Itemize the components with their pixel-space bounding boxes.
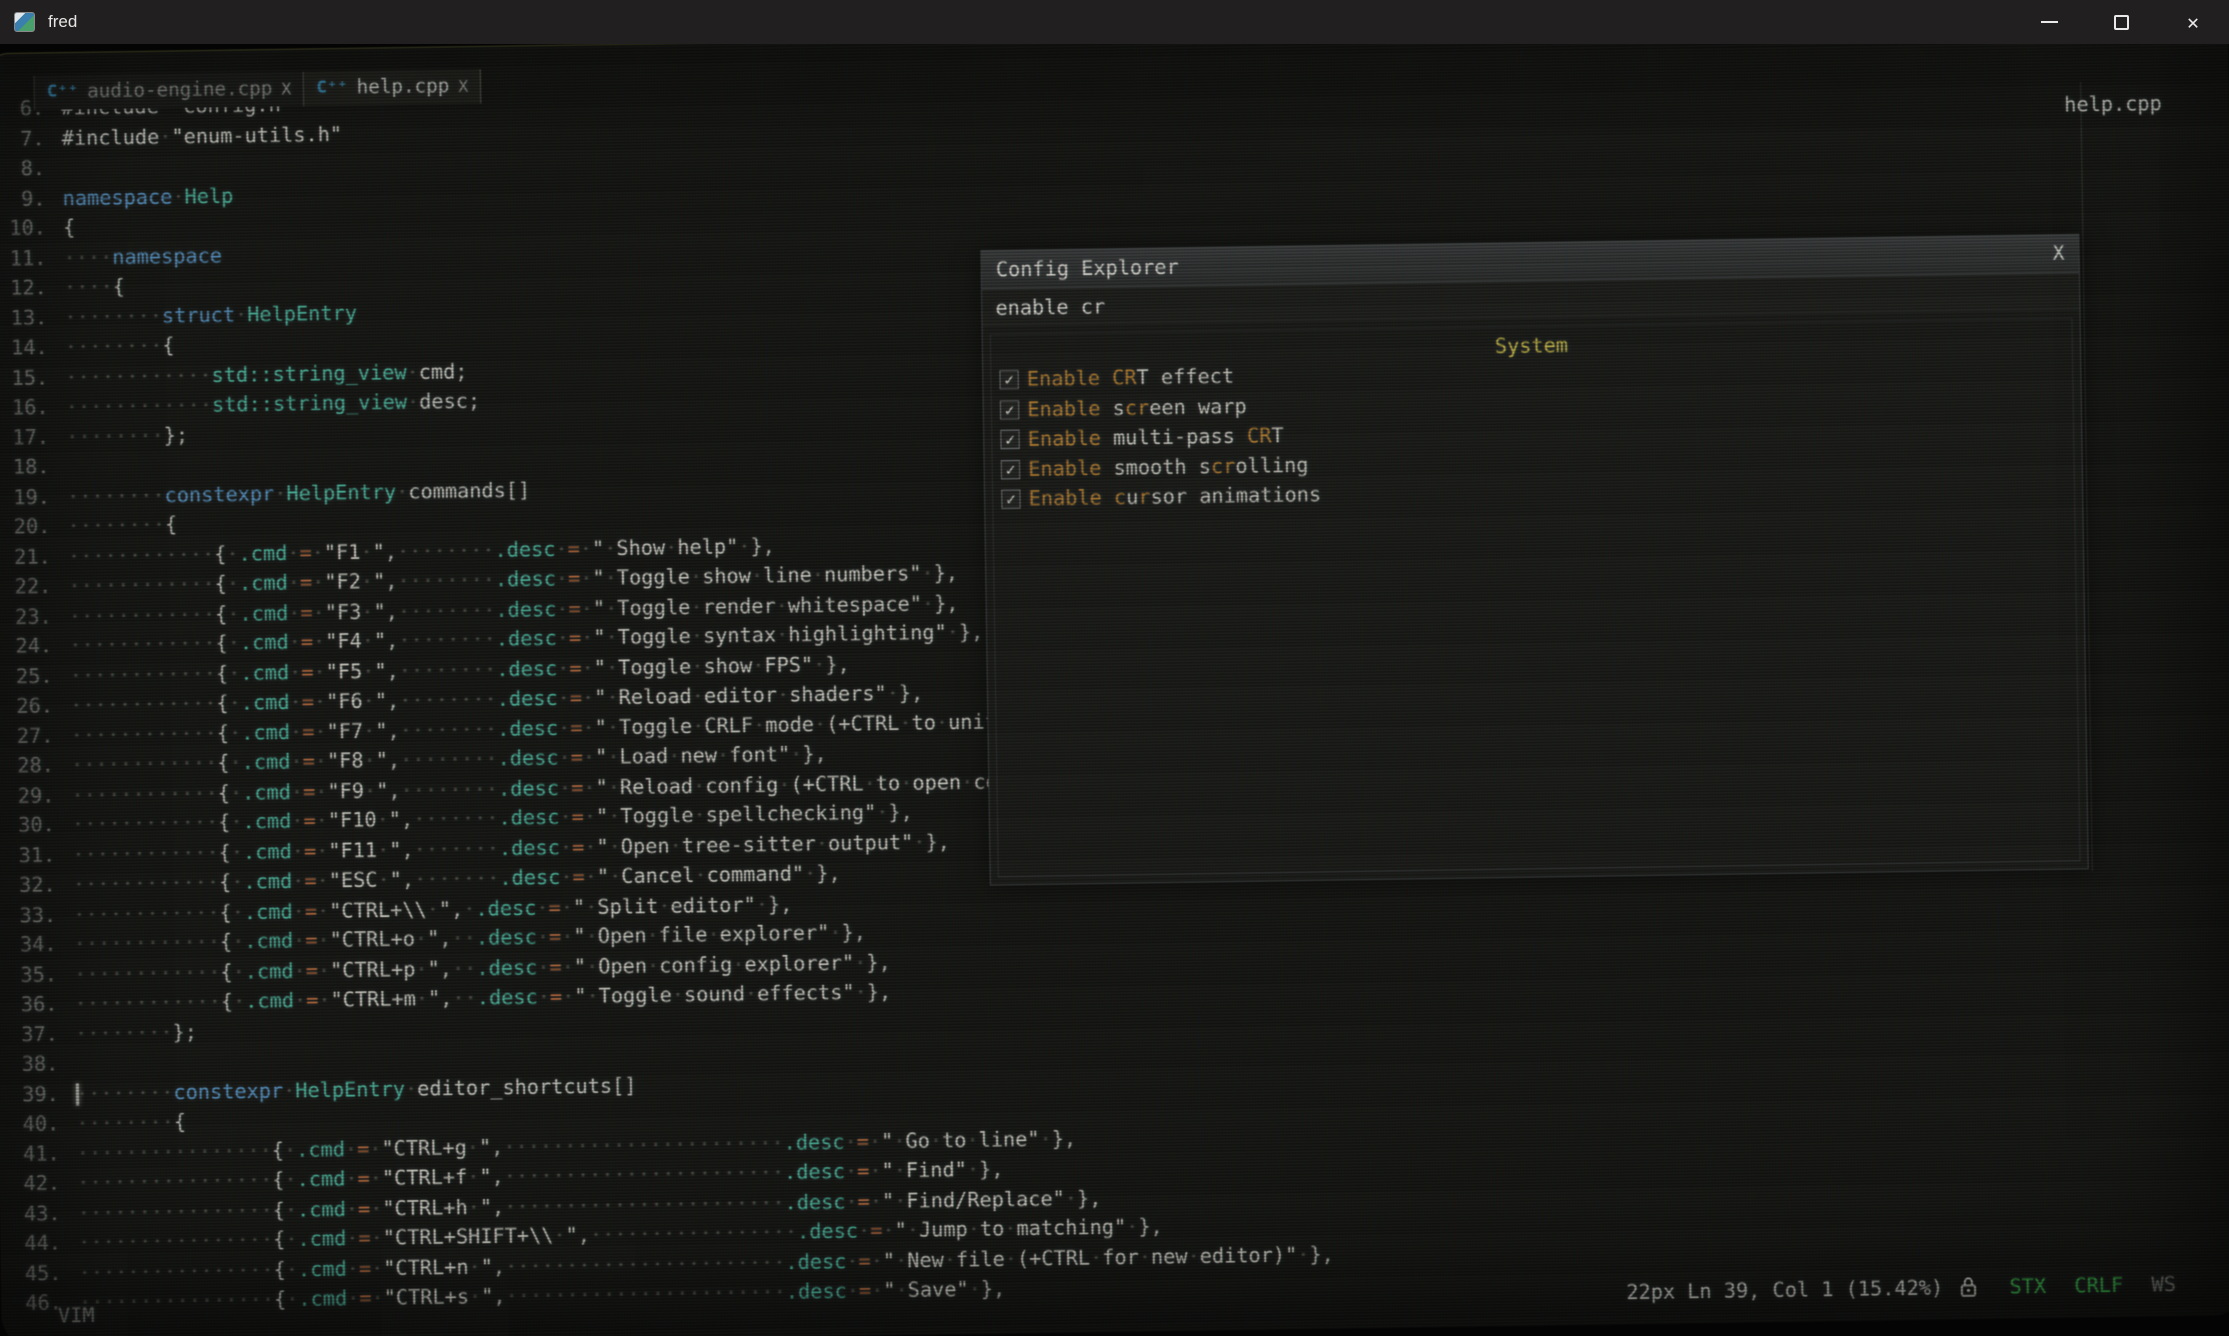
config-option-label: [1100, 364, 1113, 394]
config-option-label: u: [1126, 483, 1139, 513]
line-number: 44.: [14, 1228, 61, 1259]
line-number: 16.: [2, 392, 49, 423]
tab-close-icon[interactable]: X: [458, 72, 468, 102]
line-number: 17.: [2, 422, 49, 453]
config-option-label: CR: [1112, 363, 1137, 393]
config-option-label: [1102, 483, 1115, 513]
line-number: 11.: [0, 243, 47, 274]
config-option-label: olling: [1235, 450, 1309, 481]
minimize-button[interactable]: [2013, 0, 2085, 44]
config-option-label: T: [1271, 421, 1284, 451]
config-option-label: cr: [1211, 451, 1236, 481]
line-number: 35.: [10, 960, 57, 991]
tab-audio-engine[interactable]: C⁺⁺ audio-engine.cpp X: [35, 72, 305, 110]
line-number: 14.: [1, 333, 48, 364]
config-option-label: Enable: [1028, 483, 1102, 514]
tab-bar: C⁺⁺ audio-engine.cpp X C⁺⁺ help.cpp X: [34, 69, 482, 110]
config-option-label: Enable: [1028, 423, 1102, 454]
vim-mode-indicator: VIM: [58, 1301, 95, 1331]
config-option-label: s: [1100, 393, 1125, 423]
config-explorer-popup: Config Explorer X enable cr System ✓Enab…: [980, 234, 2088, 886]
line-number: 30.: [8, 810, 55, 841]
line-number: 19.: [3, 482, 50, 513]
line-number: 40.: [12, 1109, 59, 1140]
checkbox-icon[interactable]: ✓: [1000, 400, 1020, 420]
config-option-label: smooth s: [1101, 452, 1211, 483]
lock-icon: [1959, 1276, 1978, 1307]
minimize-icon: [2041, 21, 2058, 23]
line-number: 36.: [11, 989, 58, 1020]
line-number: 24.: [5, 631, 52, 662]
line-number: 43.: [14, 1198, 61, 1229]
config-list: ✓Enable CRT effect✓Enable screen warp✓En…: [991, 349, 2074, 514]
line-number: 31.: [8, 840, 55, 871]
cpp-file-icon: C⁺⁺: [47, 77, 79, 107]
config-option-label: een warp: [1149, 391, 1247, 422]
line-number: 21.: [4, 542, 51, 573]
line-number: 9.: [0, 183, 46, 214]
tab-help[interactable]: C⁺⁺ help.cpp X: [304, 69, 481, 106]
line-number: 42.: [13, 1169, 60, 1200]
config-option-label: Enable: [1028, 453, 1102, 484]
popup-close-icon[interactable]: X: [2053, 239, 2065, 269]
line-number: 28.: [7, 751, 54, 782]
config-option-label: T effect: [1136, 362, 1234, 393]
crt-screen: C⁺⁺ audio-engine.cpp X C⁺⁺ help.cpp X 6.…: [0, 20, 2229, 1336]
line-number: 13.: [0, 303, 47, 334]
config-option-label: CR: [1247, 421, 1272, 451]
flag-ws: WS: [2151, 1272, 2176, 1297]
flag-stx: STX: [2009, 1274, 2046, 1299]
checkbox-icon[interactable]: ✓: [1001, 490, 1021, 510]
line-number: 33.: [9, 900, 56, 931]
config-option-label: multi-pass: [1101, 421, 1248, 453]
config-option-label: Enable: [1027, 394, 1101, 425]
config-option-label: cr: [1125, 393, 1150, 423]
line-number: 37.: [11, 1019, 58, 1050]
line-number: 8.: [0, 154, 45, 185]
titlebar: fred ✕: [0, 0, 2229, 44]
line-number: 29.: [8, 781, 55, 812]
line-number: 26.: [6, 691, 53, 722]
close-icon: ✕: [2187, 12, 2199, 32]
line-number: 22.: [4, 572, 51, 603]
line-number: 34.: [10, 930, 57, 961]
tab-close-icon[interactable]: X: [281, 74, 291, 104]
status-flags: STX CRLF WS: [1993, 1270, 2176, 1303]
line-number: 32.: [9, 870, 56, 901]
line-number: 41.: [13, 1139, 60, 1170]
line-number: 23.: [5, 601, 52, 632]
config-option-label: r: [1138, 482, 1151, 512]
maximize-button[interactable]: [2085, 0, 2157, 44]
checkbox-icon[interactable]: ✓: [1000, 430, 1020, 450]
app-icon: [14, 12, 35, 32]
config-option-label: Enable: [1027, 364, 1101, 395]
line-number: 7.: [0, 124, 45, 155]
checkbox-icon[interactable]: ✓: [1001, 460, 1021, 480]
pane-title: help.cpp: [2064, 89, 2162, 120]
line-number: 25.: [6, 661, 53, 692]
cursor-position-status: 22px Ln 39, Col 1 (15.42%): [1626, 1273, 1943, 1308]
tab-label: help.cpp: [356, 72, 449, 103]
line-number: 45.: [15, 1258, 62, 1289]
line-number: 39.: [12, 1079, 59, 1110]
line-number: 38.: [12, 1049, 59, 1080]
config-option-label: sor animations: [1150, 480, 1321, 512]
popup-body: System ✓Enable CRT effect✓Enable screen …: [990, 318, 2081, 877]
line-number: 18.: [3, 452, 50, 483]
line-number: 10.: [0, 213, 46, 244]
line-number: 15.: [1, 363, 48, 394]
line-number: 27.: [7, 721, 54, 752]
config-option-label: c: [1114, 483, 1127, 513]
cpp-file-icon: C⁺⁺: [316, 73, 348, 103]
line-number: 20.: [4, 512, 51, 543]
checkbox-icon[interactable]: ✓: [999, 370, 1019, 390]
line-number: 12.: [0, 273, 47, 304]
window-controls: ✕: [2013, 0, 2229, 44]
close-button[interactable]: ✕: [2157, 0, 2229, 44]
maximize-icon: [2114, 15, 2129, 30]
flag-crlf: CRLF: [2074, 1273, 2123, 1298]
app-title: fred: [48, 12, 77, 32]
tab-label: audio-engine.cpp: [87, 75, 273, 108]
